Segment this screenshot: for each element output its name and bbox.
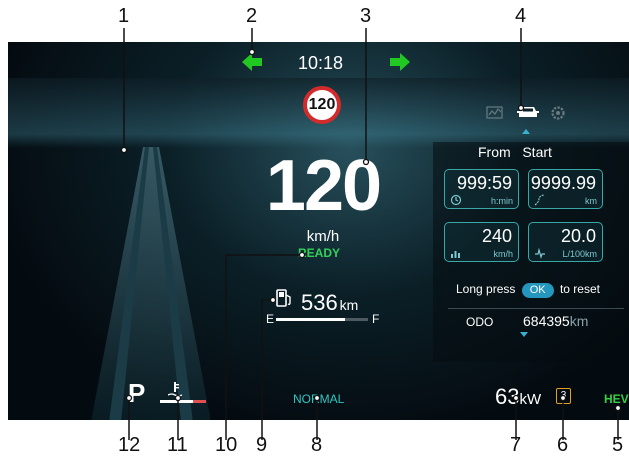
callout-7: 7 <box>510 434 522 456</box>
callout-9: 9 <box>256 434 268 456</box>
temp-warning-zone <box>193 400 206 403</box>
trip-time-card: 999:59 h:min <box>444 169 519 209</box>
clock-time: 10:18 <box>298 53 344 73</box>
callout-8: 8 <box>311 434 323 456</box>
panel-divider <box>448 308 624 309</box>
trip-distance-unit: km <box>585 196 597 206</box>
avg-consumption-value: 20.0 <box>560 226 596 246</box>
avg-consumption-unit: L/100km <box>562 249 597 259</box>
callout-4: 4 <box>515 5 527 27</box>
fuel-full-label: F <box>372 312 380 326</box>
bar-chart-icon <box>451 251 460 258</box>
reset-hint: Long press OK to reset <box>456 282 600 298</box>
chart-icon[interactable] <box>486 106 504 120</box>
turn-right-indicator-icon <box>390 53 410 71</box>
distance-icon <box>534 194 545 206</box>
fuel-empty-label: E <box>266 312 275 326</box>
trip-distance-value: 9999.99 <box>530 173 596 193</box>
trip-distance-card: 9999.99 km <box>528 169 603 209</box>
power-unit: kW <box>519 391 542 408</box>
lane-road-graphic <box>91 147 211 420</box>
turn-left-indicator-icon <box>242 53 262 71</box>
speed-unit: km/h <box>306 228 340 245</box>
hev-mode-indicator: HEV <box>604 392 629 406</box>
trip-heading-start: Start <box>522 144 552 160</box>
consumption-icon <box>535 247 545 259</box>
avg-speed-value: 240 <box>481 226 512 246</box>
callout-10: 10 <box>215 434 238 456</box>
speedometer-value: 120 <box>265 146 382 226</box>
range-value: 536 <box>301 290 338 315</box>
callout-5: 5 <box>612 434 624 456</box>
clock-icon <box>450 194 462 206</box>
odometer: 684395km <box>523 313 588 329</box>
scroll-down-indicator <box>520 332 528 337</box>
avg-speed-card: 240 km/h <box>444 222 519 262</box>
instrument-cluster-display: 10:18 120 120 km/h READY 536 km E F P NO… <box>8 42 629 420</box>
callout-1: 1 <box>118 5 130 27</box>
ready-indicator: READY <box>298 246 341 260</box>
odometer-value: 684395 <box>523 313 570 329</box>
callout-2: 2 <box>246 5 258 27</box>
power-output: 63kW <box>495 384 541 410</box>
driving-range: 536 km <box>301 290 358 316</box>
odometer-unit: km <box>569 313 589 329</box>
range-unit: km <box>339 297 359 313</box>
fuel-gauge-fill <box>276 318 345 321</box>
speed-limit-sign: 120 <box>303 86 341 124</box>
callout-12: 12 <box>118 434 141 456</box>
callout-6: 6 <box>557 434 569 456</box>
fuel-pump-icon <box>276 289 291 307</box>
trip-heading: From Start <box>478 144 552 160</box>
odometer-label: ODO <box>466 315 494 329</box>
coolant-temperature-gauge <box>160 400 206 403</box>
power-value: 63 <box>495 384 520 409</box>
callout-3: 3 <box>360 5 372 27</box>
reset-hint-suffix: to reset <box>559 282 600 296</box>
callout-11: 11 <box>167 434 188 456</box>
coolant-temperature-icon <box>168 382 182 397</box>
trip-time-unit: h:min <box>490 196 513 206</box>
avg-speed-unit: km/h <box>493 249 513 259</box>
ok-button[interactable]: OK <box>521 283 554 298</box>
active-tab-indicator <box>522 129 530 134</box>
ev-gear-badge: 3 <box>556 388 571 404</box>
car-icon[interactable] <box>516 104 540 120</box>
fuel-gauge <box>276 318 368 321</box>
gear-icon[interactable] <box>550 105 566 121</box>
avg-consumption-card: 20.0 L/100km <box>528 222 603 262</box>
gear-position: P <box>128 378 146 408</box>
reset-hint-prefix: Long press <box>456 282 516 296</box>
drive-mode: NORMAL <box>293 392 345 406</box>
trip-heading-from: From <box>478 144 511 160</box>
trip-time-value: 999:59 <box>456 173 512 193</box>
